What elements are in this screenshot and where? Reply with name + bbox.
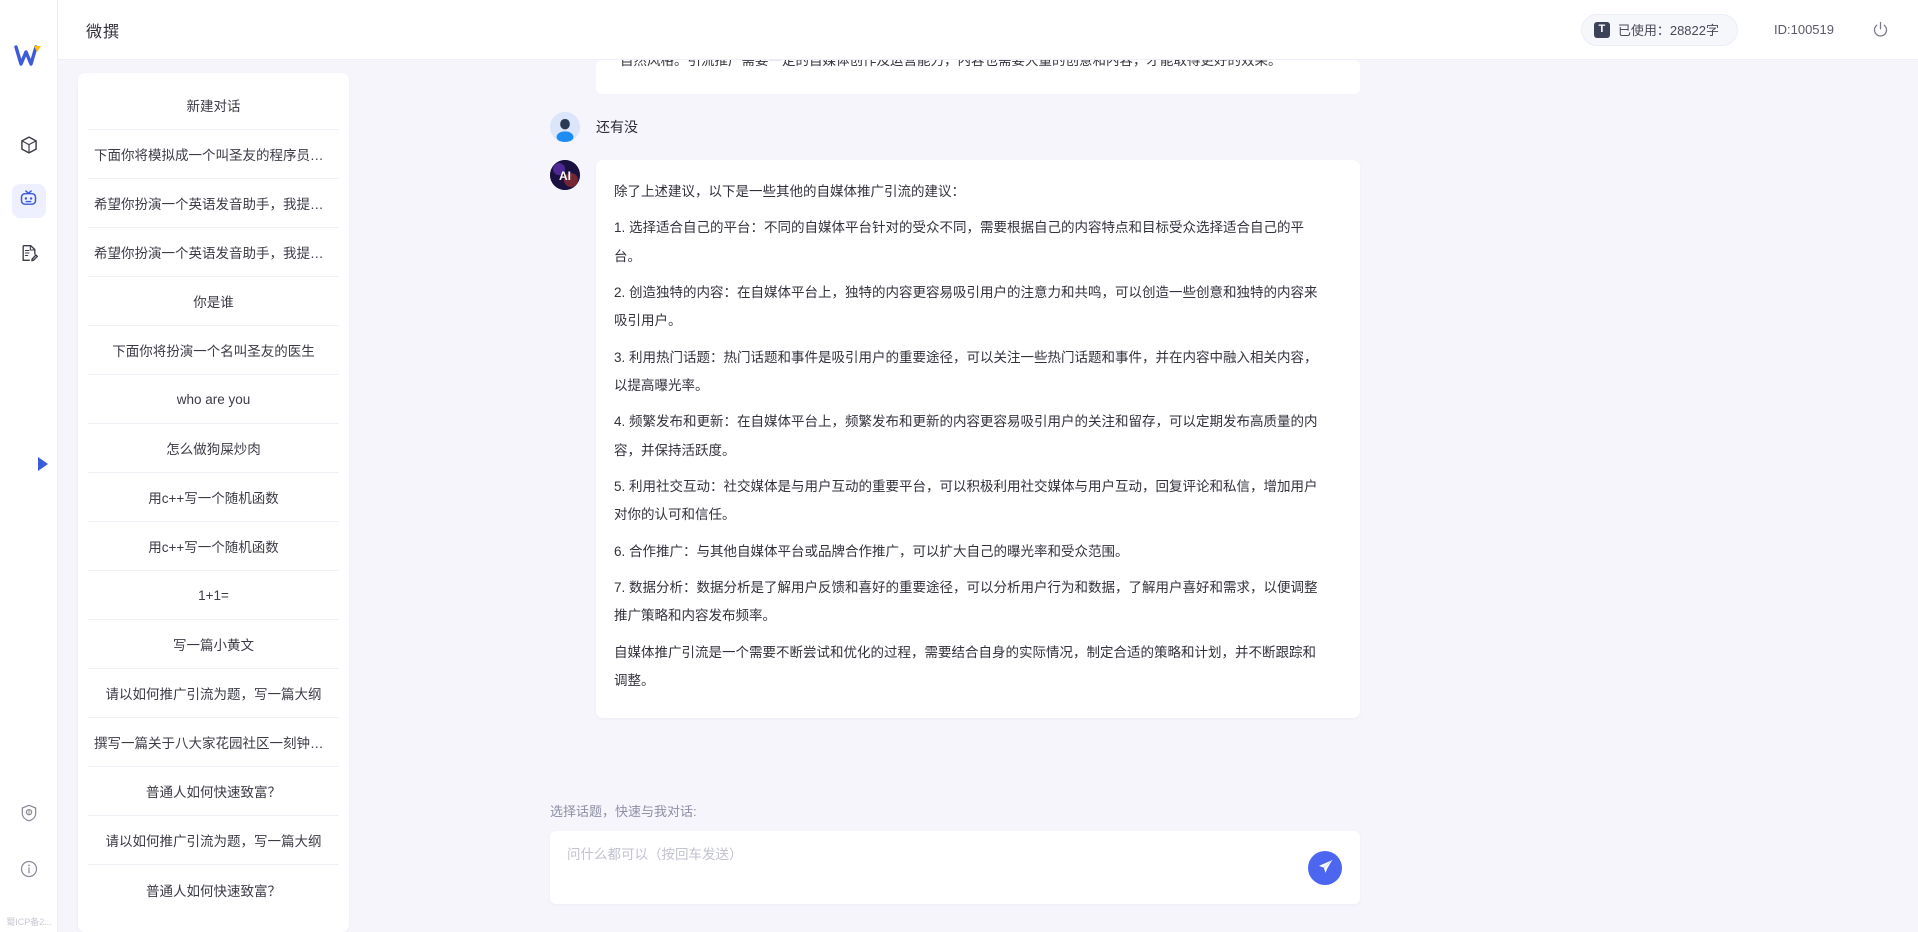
list-item[interactable]: 下面你将模拟成一个叫圣友的程序员，我说...	[88, 130, 339, 179]
right-gutter	[1578, 60, 1918, 932]
ai-avatar-icon: AI	[550, 160, 580, 190]
ai-paragraph: 6. 合作推广：与其他自媒体平台或品牌合作推广，可以扩大自己的曝光率和受众范围。	[614, 538, 1328, 566]
ai-paragraph: 1. 选择适合自己的平台：不同的自媒体平台针对的受众不同，需要根据自己的内容特点…	[614, 214, 1328, 271]
list-item[interactable]: who are you	[88, 375, 339, 424]
clipped-message: 自然风格。引流推广需要一定的自媒体创作及运营能力，内容也需要大量的创意和内容，才…	[596, 60, 1360, 94]
ai-message-row: AI 除了上述建议，以下是一些其他的自媒体推广引流的建议： 1. 选择适合自己的…	[550, 160, 1360, 718]
chat-column: 自然风格。引流推广需要一定的自媒体创作及运营能力，内容也需要大量的创意和内容，才…	[360, 60, 1578, 932]
topbar-right: T 已使用：28822字 ID:100519	[1581, 14, 1890, 46]
ai-paragraph: 3. 利用热门话题：热门话题和事件是吸引用户的重要途径，可以关注一些热门话题和事…	[614, 344, 1328, 401]
expand-arrow-icon[interactable]	[36, 455, 50, 473]
cube-icon	[19, 135, 39, 160]
ai-paragraph: 5. 利用社交互动：社交媒体是与用户互动的重要平台，可以积极利用社交媒体与用户互…	[614, 473, 1328, 530]
send-button[interactable]	[1308, 851, 1342, 885]
sidebar-item-cube[interactable]	[12, 130, 46, 164]
list-item[interactable]: 撰写一篇关于八大家花园社区一刻钟便民生...	[88, 718, 339, 767]
user-message-text: 还有没	[596, 112, 638, 137]
list-item[interactable]: 用c++写一个随机函数	[88, 473, 339, 522]
chat-scroll-area[interactable]: 自然风格。引流推广需要一定的自媒体创作及运营能力，内容也需要大量的创意和内容，才…	[360, 60, 1578, 787]
clipped-message-text: 自然风格。引流推广需要一定的自媒体创作及运营能力，内容也需要大量的创意和内容，才…	[620, 60, 1336, 71]
sidebar-item-info[interactable]	[12, 854, 46, 888]
ai-paragraph: 自媒体推广引流是一个需要不断尝试和优化的过程，需要结合自身的实际情况，制定合适的…	[614, 639, 1328, 696]
conversation-panel: 新建对话 下面你将模拟成一个叫圣友的程序员，我说... 希望你扮演一个英语发音助…	[58, 60, 360, 932]
rail-bottom-nav	[0, 798, 58, 888]
sidebar-item-document[interactable]	[12, 238, 46, 272]
svg-text:AI: AI	[559, 169, 571, 183]
composer: 选择话题，快速与我对话:	[360, 787, 1578, 932]
user-avatar-icon	[550, 112, 580, 142]
list-item[interactable]: 普通人如何快速致富？	[88, 767, 339, 816]
sidebar-item-shield[interactable]	[12, 798, 46, 832]
list-item[interactable]: 请以如何推广引流为题，写一篇大纲	[88, 669, 339, 718]
icp-license: 蜀ICP备2...	[0, 915, 58, 928]
left-rail: 蜀ICP备2...	[0, 0, 58, 932]
user-id-label: ID:100519	[1774, 22, 1834, 37]
message-input[interactable]	[567, 847, 1290, 862]
sidebar-item-robot[interactable]	[12, 184, 46, 218]
ai-paragraph: 2. 创造独特的内容：在自媒体平台上，独特的内容更容易吸引用户的注意力和共鸣，可…	[614, 279, 1328, 336]
usage-badge[interactable]: T 已使用：28822字	[1581, 14, 1738, 46]
topbar: 微撰 T 已使用：28822字 ID:100519	[58, 0, 1918, 60]
info-icon	[19, 859, 39, 884]
list-item[interactable]: 下面你将扮演一个名叫圣友的医生	[88, 326, 339, 375]
new-chat-label: 新建对话	[187, 95, 241, 115]
send-plane-icon	[1317, 858, 1334, 878]
list-item[interactable]: 你是谁	[88, 277, 339, 326]
list-item[interactable]: 普通人如何快速致富？	[88, 865, 339, 914]
shield-icon	[19, 803, 39, 828]
composer-box[interactable]	[550, 831, 1360, 904]
composer-label: 选择话题，快速与我对话:	[550, 801, 1360, 820]
ai-paragraph: 除了上述建议，以下是一些其他的自媒体推广引流的建议：	[614, 178, 1328, 206]
list-item[interactable]: 用c++写一个随机函数	[88, 522, 339, 571]
chat-inner: 自然风格。引流推广需要一定的自媒体创作及运营能力，内容也需要大量的创意和内容，才…	[550, 60, 1360, 718]
ai-paragraph: 7. 数据分析：数据分析是了解用户反馈和喜好的重要途径，可以分析用户行为和数据，…	[614, 574, 1328, 631]
list-item[interactable]: 希望你扮演一个英语发音助手，我提供给你...	[88, 228, 339, 277]
document-edit-icon	[19, 243, 39, 268]
user-message-row: 还有没	[550, 112, 1360, 142]
body: 新建对话 下面你将模拟成一个叫圣友的程序员，我说... 希望你扮演一个英语发音助…	[58, 60, 1918, 932]
conversation-list: 新建对话 下面你将模拟成一个叫圣友的程序员，我说... 希望你扮演一个英语发音助…	[78, 73, 349, 932]
list-item[interactable]: 请以如何推广引流为题，写一篇大纲	[88, 816, 339, 865]
usage-label: 已使用：28822字	[1618, 20, 1719, 39]
page-title: 微撰	[86, 18, 120, 42]
composer-inner: 选择话题，快速与我对话:	[550, 801, 1360, 904]
text-badge-icon: T	[1594, 22, 1610, 38]
ai-paragraph: 4. 频繁发布和更新：在自媒体平台上，频繁发布和更新的内容更容易吸引用户的关注和…	[614, 408, 1328, 465]
main-area: 微撰 T 已使用：28822字 ID:100519	[58, 0, 1918, 932]
robot-icon	[18, 188, 39, 214]
w-logo-icon	[12, 42, 46, 72]
list-item[interactable]: 1+1=	[88, 571, 339, 620]
ai-message-bubble: 除了上述建议，以下是一些其他的自媒体推广引流的建议： 1. 选择适合自己的平台：…	[596, 160, 1360, 718]
list-item[interactable]: 怎么做狗屎炒肉	[88, 424, 339, 473]
rail-nav	[12, 130, 46, 272]
new-chat-button[interactable]: 新建对话	[88, 81, 339, 130]
list-item[interactable]: 希望你扮演一个英语发音助手，我提供给你...	[88, 179, 339, 228]
app-root: 蜀ICP备2... 微撰 T 已使用：28822字 ID:100519	[0, 0, 1918, 932]
power-icon[interactable]	[1870, 20, 1890, 40]
list-item[interactable]: 写一篇小黄文	[88, 620, 339, 669]
